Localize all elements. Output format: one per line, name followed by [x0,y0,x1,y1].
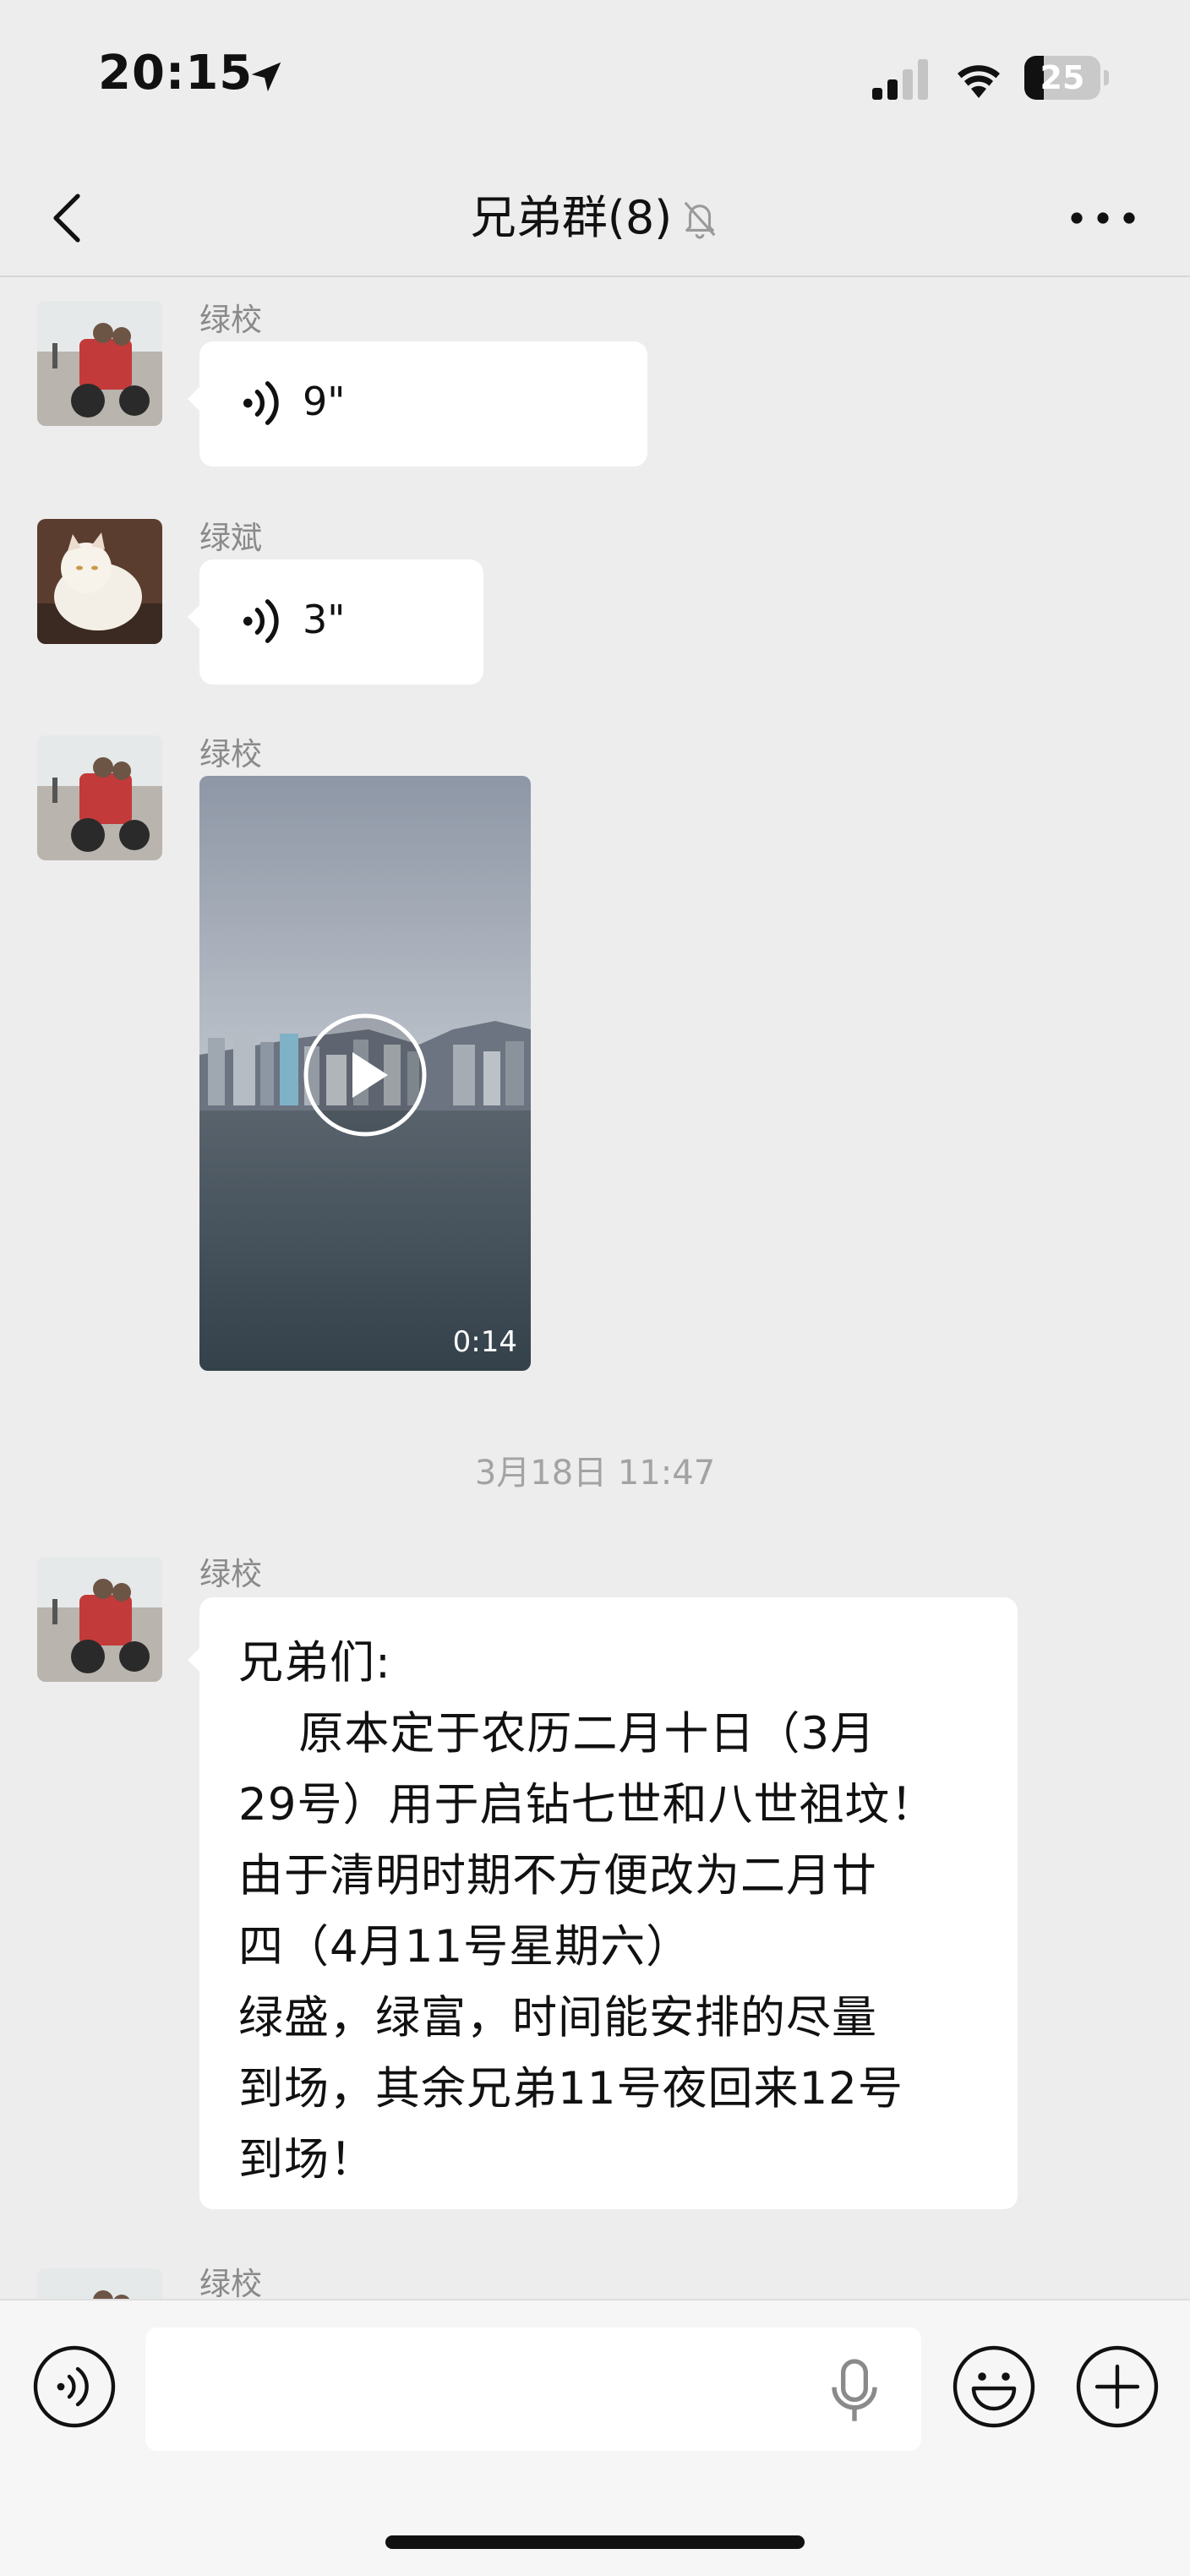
message-text-line: 原本定于农历二月十日（3月 [238,1708,876,1760]
home-indicator[interactable] [385,2535,805,2549]
avatar[interactable] [37,735,162,860]
message-text-line: 到场，其余兄弟11号夜回来12号 [238,2063,903,2115]
emoji-icon[interactable] [952,2344,1036,2429]
voice-message-bubble[interactable]: 9" [188,341,647,467]
sender-name: 绿校 [199,736,262,772]
play-button[interactable] [303,1013,427,1137]
battery-level: 25 [1040,59,1085,96]
text-message-bubble[interactable]: 兄弟们: 原本定于农历二月十日（3月 29号）用于启钻七世和八世祖坟！ 由于清明… [188,1597,1018,2209]
location-arrow-icon [251,62,281,92]
avatar[interactable] [37,1557,162,1682]
video-duration: 0:14 [452,1325,517,1359]
bell-muted-icon [684,201,716,239]
sender-name: 绿校 [199,1556,262,1592]
page-title: 兄弟群(8) [470,191,673,244]
chat-input-bar [0,2299,1190,2576]
voice-duration: 9" [303,379,346,424]
voice-toggle-icon[interactable] [32,2344,117,2429]
avatar[interactable] [37,301,162,426]
more-options-button[interactable] [1065,193,1141,243]
voice-wave-icon [243,599,279,643]
voice-duration: 3" [303,597,346,642]
video-message[interactable]: 0:14 [199,776,531,1371]
message-text-line: 绿盛，绿富，时间能安排的尽量 [238,1992,877,2044]
wifi-icon [958,65,1000,98]
message-input[interactable] [145,2328,921,2451]
status-bar: 20:15 25 [0,0,1190,161]
voice-wave-icon [243,381,279,425]
cellular-signal-icon [872,59,928,100]
sender-name: 绿校 [199,302,262,338]
message-text-line: 四（4月11号星期六） [238,1921,692,1973]
battery-icon: 25 [1024,56,1109,100]
mic-icon[interactable] [827,2358,882,2426]
voice-message-bubble[interactable]: 3" [188,559,483,685]
nav-bar: 兄弟群(8) [0,161,1190,277]
message-text-line: 由于清明时期不方便改为二月廿 [238,1850,877,1902]
plus-icon[interactable] [1075,2344,1160,2429]
message-text-line: 29号）用于启钻七世和八世祖坟！ [238,1779,936,1831]
message-text-line: 到场！ [238,2134,375,2186]
chat-message-list[interactable]: 绿校 9" 绿斌 3" 绿校 0:14 3月18日 11:47 绿校 兄弟们: … [0,279,1190,2299]
sender-name: 绿校 [199,2266,262,2299]
avatar[interactable] [37,519,162,644]
avatar[interactable] [37,2268,162,2299]
sender-name: 绿斌 [199,520,262,556]
message-text-line: 兄弟们: [238,1637,391,1689]
message-timestamp: 3月18日 11:47 [474,1454,716,1493]
status-time: 20:15 [98,46,254,101]
